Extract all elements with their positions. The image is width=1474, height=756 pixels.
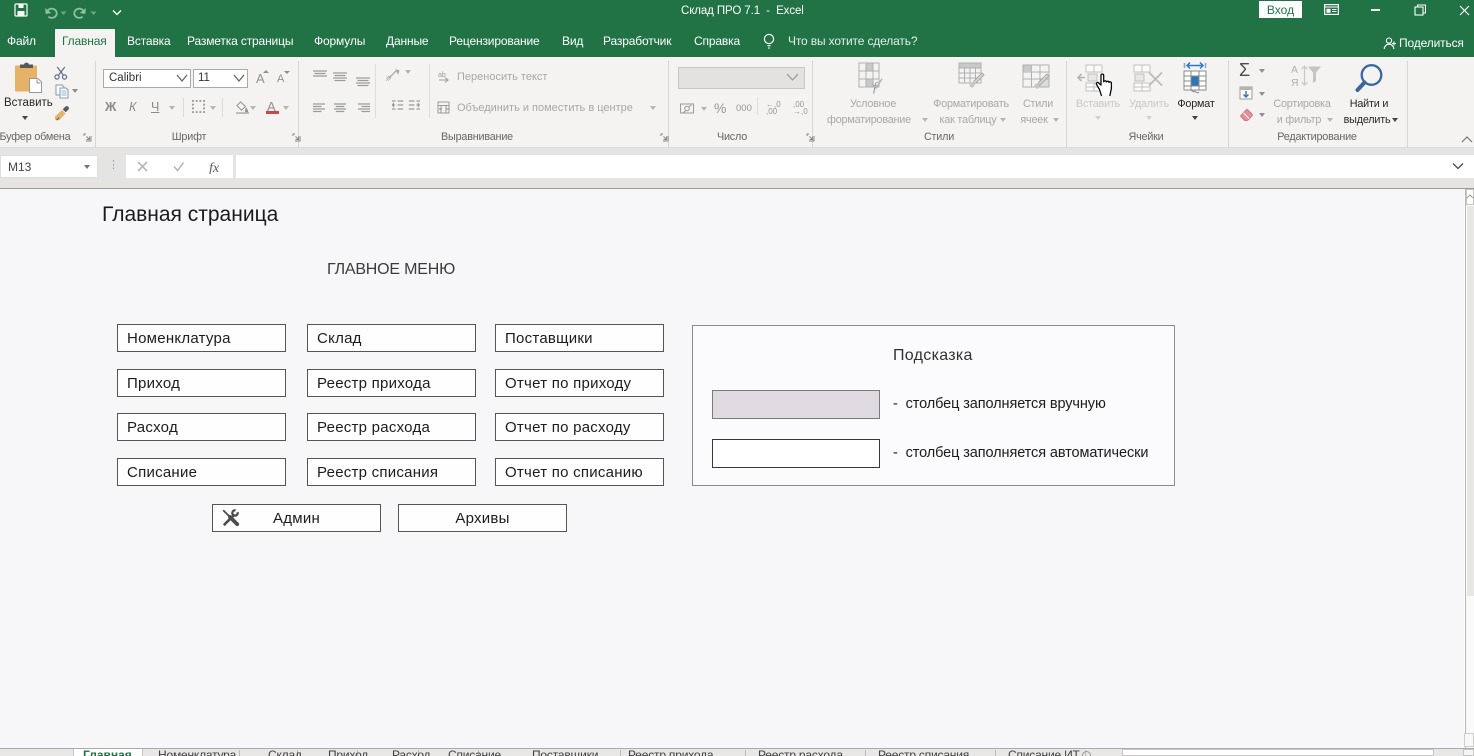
svg-text:А: А <box>1291 64 1298 76</box>
svg-text:ab: ab <box>438 72 446 79</box>
svg-text:Я: Я <box>1291 77 1299 89</box>
svg-text:fx: fx <box>209 161 220 174</box>
